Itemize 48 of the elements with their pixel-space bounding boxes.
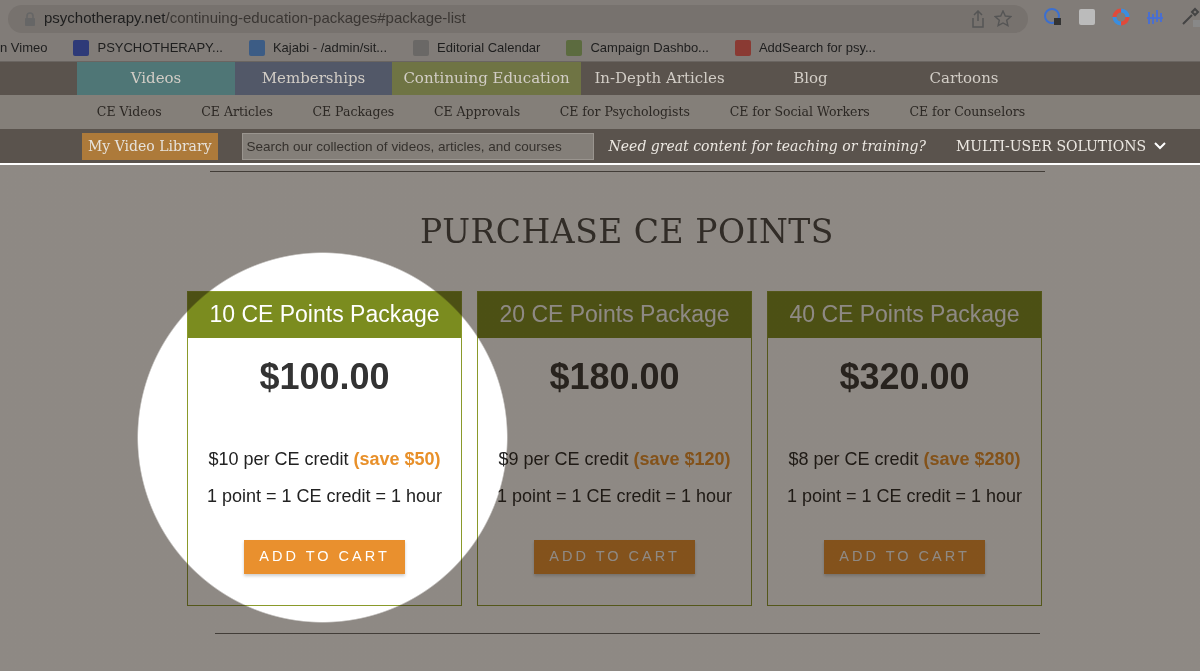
add-to-cart-button[interactable]: ADD TO CART bbox=[244, 539, 405, 574]
package-title: 40 CE Points Package bbox=[768, 291, 1041, 338]
site-icon bbox=[248, 39, 265, 56]
rate-text: $10 per CE credit (save $50) bbox=[208, 447, 441, 471]
subnav-link[interactable]: CE Articles bbox=[201, 102, 273, 122]
star-icon[interactable] bbox=[994, 9, 1012, 28]
bookmark-link[interactable]: Editorial Calendar bbox=[437, 37, 541, 58]
promo-text: Need great content for teaching or training? bbox=[608, 136, 926, 156]
site-icon bbox=[734, 39, 751, 56]
subnav-link[interactable]: CE for Psychologists bbox=[559, 102, 690, 122]
bookmark-link[interactable]: AddSearch for psy... bbox=[758, 37, 876, 58]
solutions-menu[interactable]: MULTI-USER SOLUTIONS bbox=[949, 134, 1172, 158]
bookmark-link[interactable]: Campaign Dashbo... bbox=[590, 37, 709, 58]
nav-tab[interactable]: Videos bbox=[77, 62, 235, 95]
price: $320.00 bbox=[839, 354, 970, 399]
nav-tab[interactable]: Blog bbox=[738, 62, 883, 95]
nav-tab[interactable]: Cartoons bbox=[883, 62, 1045, 95]
package-title: 20 CE Points Package bbox=[478, 291, 751, 338]
nav-tab[interactable]: In-Depth Articles bbox=[581, 62, 738, 95]
equation-text: 1 point = 1 CE credit = 1 hour bbox=[206, 484, 443, 508]
bars-icon[interactable] bbox=[1146, 8, 1164, 26]
password-icon[interactable] bbox=[1044, 8, 1062, 26]
bookmark-link[interactable]: PSYCHOTHERAPY... bbox=[97, 37, 223, 58]
eyedropper-icon[interactable] bbox=[1180, 7, 1200, 27]
search-field[interactable]: Search our collection of videos, articles, and courses bbox=[241, 132, 594, 160]
library-button[interactable]: My Video Library bbox=[82, 132, 218, 160]
page-title: PURCHASE CE POINTS bbox=[420, 211, 834, 253]
subnav-link[interactable]: CE Packages bbox=[312, 102, 395, 122]
price: $180.00 bbox=[549, 354, 680, 399]
rate-text: $8 per CE credit (save $280) bbox=[788, 447, 1021, 471]
share-icon[interactable] bbox=[970, 9, 986, 28]
price: $100.00 bbox=[259, 354, 390, 399]
site-icon bbox=[73, 39, 90, 56]
chevron-icon bbox=[1154, 142, 1166, 150]
bookmark-link[interactable]: n Vimeo bbox=[0, 37, 48, 58]
site-icon bbox=[566, 39, 583, 56]
package-title: 10 CE Points Package bbox=[188, 291, 461, 338]
subnav-link[interactable]: CE for Social Workers bbox=[729, 102, 870, 122]
subnav-link[interactable]: CE Videos bbox=[96, 102, 162, 122]
bookmark-link[interactable]: Kajabi - /admin/sit... bbox=[272, 37, 388, 58]
ring-icon[interactable] bbox=[1112, 8, 1130, 26]
extension-icon[interactable] bbox=[1078, 8, 1096, 26]
nav-tab[interactable]: Continuing Education bbox=[392, 62, 581, 95]
equation-text: 1 point = 1 CE credit = 1 hour bbox=[496, 484, 733, 508]
equation-text: 1 point = 1 CE credit = 1 hour bbox=[786, 484, 1023, 508]
subnav-link[interactable]: CE for Counselors bbox=[909, 102, 1026, 122]
nav-tab[interactable]: Memberships bbox=[235, 62, 392, 95]
subnav-link[interactable]: CE Approvals bbox=[433, 102, 521, 122]
